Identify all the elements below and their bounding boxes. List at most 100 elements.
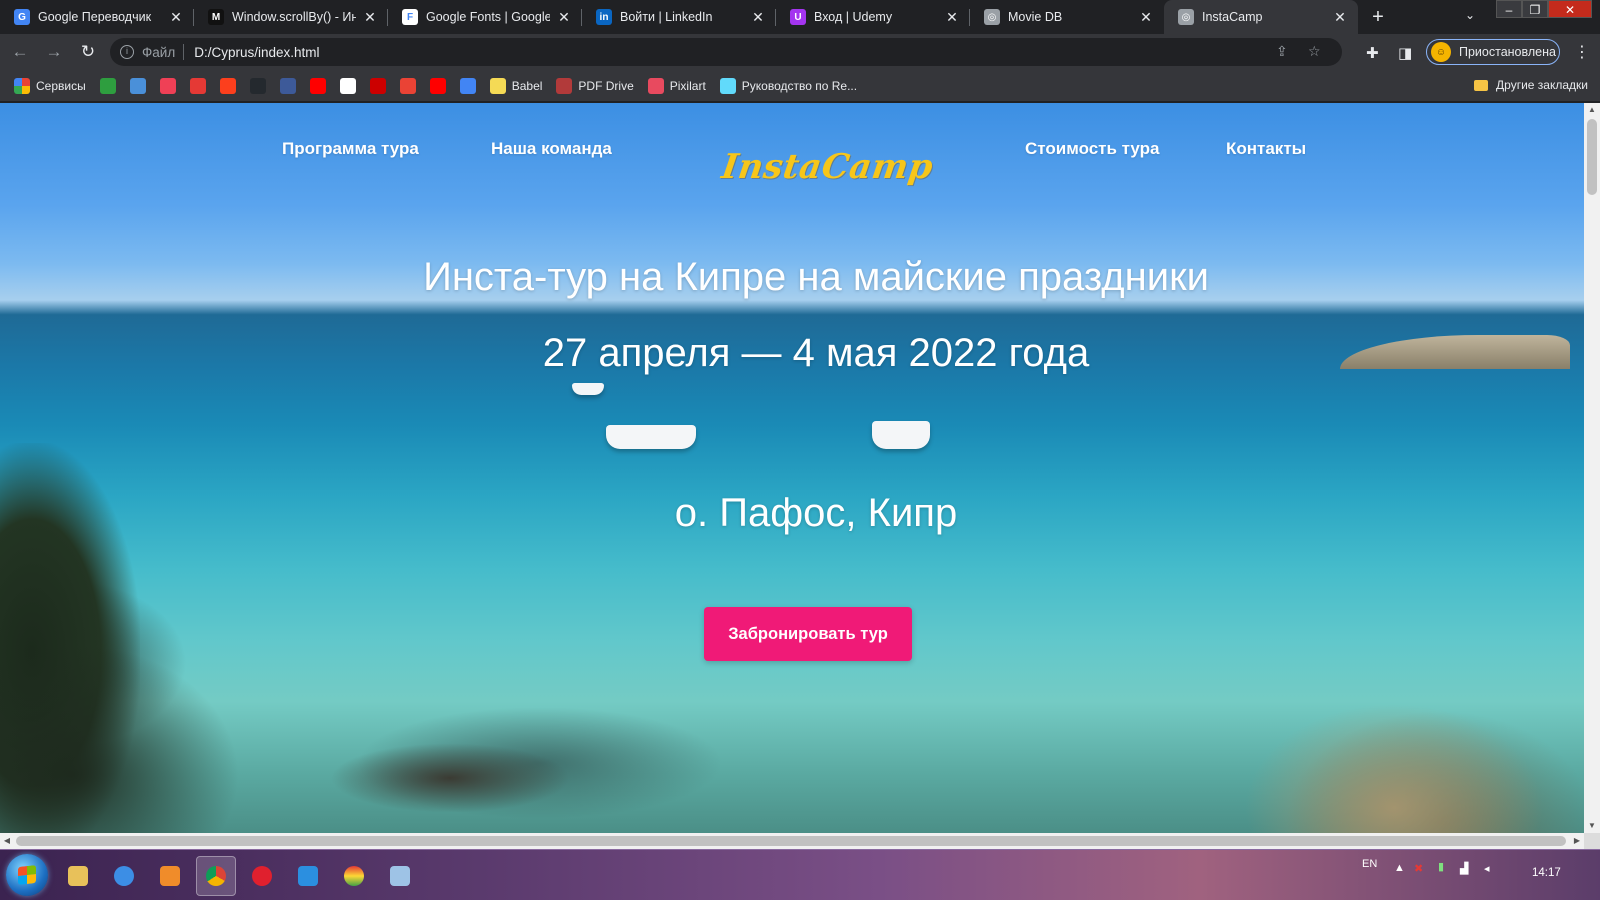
bookmark-item[interactable] bbox=[99, 77, 116, 94]
bookmark-label: Babel bbox=[511, 78, 543, 93]
start-button[interactable] bbox=[6, 854, 48, 896]
close-tab-icon[interactable]: ✕ bbox=[944, 9, 960, 25]
vertical-scrollbar[interactable]: ▲ ▼ bbox=[1584, 103, 1600, 833]
minimize-button[interactable]: – bbox=[1496, 0, 1522, 18]
taskbar-explorer[interactable] bbox=[58, 856, 98, 896]
close-tab-icon[interactable]: ✕ bbox=[750, 9, 766, 25]
address-scheme: Файл bbox=[142, 44, 176, 60]
browser-tab[interactable]: M Window.scrollBy() - Инте ✕ bbox=[194, 0, 388, 34]
google-translate-icon bbox=[459, 77, 476, 94]
bookmark-red-icon bbox=[189, 77, 206, 94]
close-tab-icon[interactable]: ✕ bbox=[1138, 9, 1154, 25]
taskbar-window[interactable] bbox=[380, 856, 420, 896]
taskbar-ie[interactable] bbox=[104, 856, 144, 896]
bookmark-item[interactable] bbox=[309, 77, 326, 94]
horizontal-scrollbar[interactable]: ◀ ▶ bbox=[0, 833, 1584, 849]
address-bar[interactable]: i Файл D:/Cyprus/index.html ⇪ ☆ bbox=[110, 38, 1342, 66]
browser-tab[interactable]: U Вход | Udemy ✕ bbox=[776, 0, 970, 34]
site-logo[interactable]: InstaCamp bbox=[719, 147, 935, 187]
opera-icon bbox=[252, 866, 272, 886]
bookmark-item[interactable] bbox=[249, 77, 266, 94]
taskbar-opera[interactable] bbox=[242, 856, 282, 896]
taskbar-clock[interactable]: 14:17 bbox=[1532, 867, 1561, 879]
nav-link-team[interactable]: Наша команда bbox=[491, 139, 612, 159]
pocket-icon bbox=[159, 77, 176, 94]
language-indicator[interactable]: EN bbox=[1362, 858, 1377, 870]
address-url[interactable]: D:/Cyprus/index.html bbox=[194, 45, 319, 60]
bookmark-item[interactable] bbox=[339, 77, 356, 94]
hscroll-thumb[interactable] bbox=[16, 836, 1566, 846]
side-panel-icon[interactable]: ◨ bbox=[1398, 44, 1412, 62]
close-tab-icon[interactable]: ✕ bbox=[362, 9, 378, 25]
close-tab-icon[interactable]: ✕ bbox=[556, 9, 572, 25]
browser-tab[interactable]: ◎ Movie DB ✕ bbox=[970, 0, 1164, 34]
back-icon[interactable]: ← bbox=[6, 38, 34, 66]
bookmark-item[interactable]: PDF Drive bbox=[556, 77, 634, 94]
close-window-button[interactable]: ✕ bbox=[1548, 0, 1592, 18]
book-tour-button[interactable]: Забронировать тур bbox=[704, 607, 912, 661]
bookmark-label: PDF Drive bbox=[578, 78, 634, 93]
mdn-icon: M bbox=[208, 9, 224, 25]
browser-tab[interactable]: in Войти | LinkedIn ✕ bbox=[582, 0, 776, 34]
bookmark-item[interactable] bbox=[219, 77, 236, 94]
bookmark-item[interactable] bbox=[459, 77, 476, 94]
scroll-right-icon[interactable]: ▶ bbox=[1570, 833, 1584, 849]
scroll-down-icon[interactable]: ▼ bbox=[1584, 819, 1600, 833]
bookmark-item[interactable]: Руководство по Re... bbox=[719, 77, 857, 94]
tray-app-icon[interactable]: ✖ bbox=[1414, 862, 1423, 875]
scroll-left-icon[interactable]: ◀ bbox=[0, 833, 14, 849]
tray-expand-icon[interactable]: ▲ bbox=[1394, 862, 1405, 874]
bookmark-item[interactable] bbox=[369, 77, 386, 94]
nav-link-price[interactable]: Стоимость тура bbox=[1025, 139, 1160, 159]
bookmark-item[interactable]: Pixilart bbox=[647, 77, 706, 94]
forward-icon[interactable]: → bbox=[40, 38, 68, 66]
share-icon[interactable]: ⇪ bbox=[1276, 43, 1288, 60]
other-bookmarks[interactable]: Другие закладки bbox=[1474, 78, 1588, 92]
volume-icon[interactable]: ◂ bbox=[1484, 862, 1490, 875]
tab-title: InstaCamp bbox=[1202, 10, 1263, 24]
other-bookmarks-label: Другие закладки bbox=[1496, 78, 1588, 92]
tab-search-icon[interactable]: ⌄ bbox=[1460, 8, 1480, 28]
bookmark-item[interactable] bbox=[429, 77, 446, 94]
new-tab-button[interactable]: + bbox=[1364, 0, 1392, 34]
scroll-thumb[interactable] bbox=[1587, 119, 1597, 195]
bookmark-item[interactable]: Babel bbox=[489, 77, 543, 94]
reload-icon[interactable]: ↻ bbox=[74, 38, 102, 66]
bookmark-item[interactable] bbox=[279, 77, 296, 94]
info-icon[interactable]: i bbox=[120, 45, 134, 59]
google-icon bbox=[339, 77, 356, 94]
bookmark-item[interactable] bbox=[159, 77, 176, 94]
battery-icon[interactable]: ▮ bbox=[1438, 860, 1444, 873]
youtube-icon bbox=[429, 77, 446, 94]
nav-link-contacts[interactable]: Контакты bbox=[1226, 139, 1306, 159]
close-tab-icon[interactable]: ✕ bbox=[168, 9, 184, 25]
close-tab-icon[interactable]: ✕ bbox=[1332, 9, 1348, 25]
bookmark-star-icon[interactable]: ☆ bbox=[1308, 43, 1321, 60]
feed-icon bbox=[99, 77, 116, 94]
taskbar-media-player[interactable] bbox=[150, 856, 190, 896]
browser-tab[interactable]: ◎ InstaCamp ✕ bbox=[1164, 0, 1358, 34]
extensions-icon[interactable]: ✚ bbox=[1366, 44, 1379, 62]
bookmark-item[interactable] bbox=[129, 77, 146, 94]
taskbar-vscode[interactable] bbox=[288, 856, 328, 896]
scroll-up-icon[interactable]: ▲ bbox=[1584, 103, 1600, 117]
avatar: ☺ bbox=[1431, 42, 1451, 62]
taskbar-app[interactable] bbox=[334, 856, 374, 896]
profile-button[interactable]: ☺ Приостановлена bbox=[1426, 39, 1560, 65]
browser-tab[interactable]: G Google Переводчик ✕ bbox=[0, 0, 194, 34]
nav-link-program[interactable]: Программа тура bbox=[282, 139, 419, 159]
scrollbar-corner bbox=[1584, 833, 1600, 849]
menu-icon[interactable]: ⋮ bbox=[1574, 42, 1590, 62]
page-viewport: Программа тура Наша команда InstaCamp Ст… bbox=[0, 103, 1584, 833]
bookmark-item[interactable] bbox=[399, 77, 416, 94]
bookmark-item[interactable] bbox=[189, 77, 206, 94]
restore-button[interactable]: ❐ bbox=[1522, 0, 1548, 18]
hero-location: о. Пафос, Кипр bbox=[674, 491, 958, 535]
udemy-icon: U bbox=[790, 9, 806, 25]
internet-explorer-icon bbox=[114, 866, 134, 886]
bookmarks-bar: Сервисы Babel PDF Drive Pixilart Руководство… bbox=[0, 70, 1600, 102]
taskbar-chrome[interactable] bbox=[196, 856, 236, 896]
browser-tab[interactable]: F Google Fonts | Google ✕ bbox=[388, 0, 582, 34]
network-icon[interactable]: ▟ bbox=[1460, 862, 1468, 875]
bookmark-item[interactable]: Сервисы bbox=[14, 77, 86, 94]
